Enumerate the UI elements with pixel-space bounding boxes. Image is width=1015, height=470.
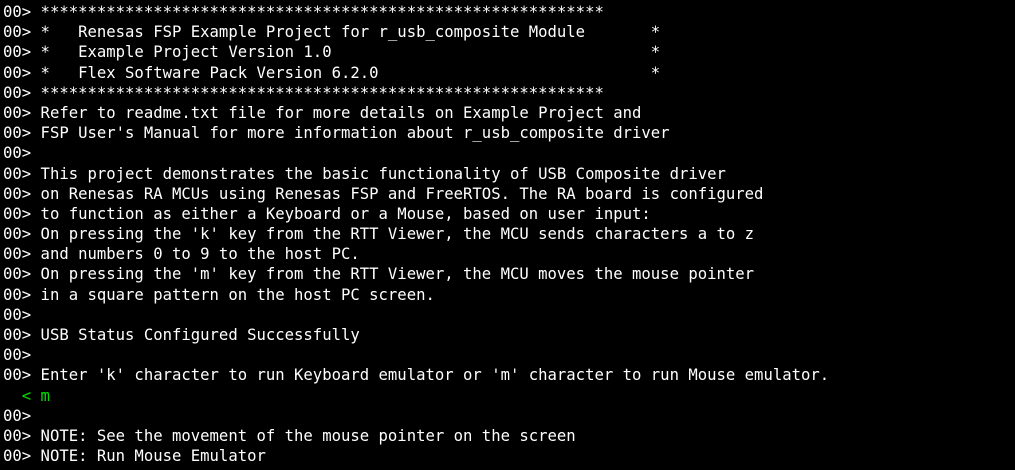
terminal-line: 00> on Renesas RA MCUs using Renesas FSP… (3, 184, 764, 203)
terminal-line: 00> ************************************… (3, 3, 604, 21)
terminal-line: 00> On pressing the 'm' key from the RTT… (3, 265, 755, 284)
terminal-line: 00> Enter 'k' character to run Keyboard … (3, 366, 830, 385)
terminal-line: 00> ************************************… (3, 83, 604, 102)
terminal-line: 00> * Example Project Version 1.0 * (3, 43, 661, 62)
terminal-line: 00> NOTE: See the movement of the mouse … (3, 426, 576, 445)
terminal-line: 00> and numbers 0 to 9 to the host PC. (3, 245, 360, 264)
terminal-input-echo: < m (3, 386, 50, 405)
terminal-line: 00> USB Status Configured Successfully (3, 326, 360, 344)
terminal-line: 00> FSP User's Manual for more informati… (3, 124, 670, 143)
terminal-line: 00> (3, 346, 32, 365)
terminal-line: 00> to function as either a Keyboard or … (3, 204, 651, 223)
rtt-viewer-terminal[interactable]: 00> ************************************… (0, 0, 1015, 470)
terminal-line: 00> NOTE: Run Mouse Emulator (3, 447, 266, 466)
terminal-line: 00> (3, 144, 32, 163)
terminal-line: 00> This project demonstrates the basic … (3, 164, 726, 183)
terminal-line: 00> On pressing the 'k' key from the RTT… (3, 225, 755, 244)
terminal-line: 00> (3, 406, 32, 425)
terminal-line: 00> (3, 305, 32, 324)
terminal-line: 00> * Renesas FSP Example Project for r_… (3, 23, 661, 42)
terminal-line: 00> Refer to readme.txt file for more de… (3, 103, 642, 122)
terminal-line: 00> * Flex Software Pack Version 6.2.0 * (3, 63, 661, 82)
terminal-line: 00> in a square pattern on the host PC s… (3, 285, 435, 304)
